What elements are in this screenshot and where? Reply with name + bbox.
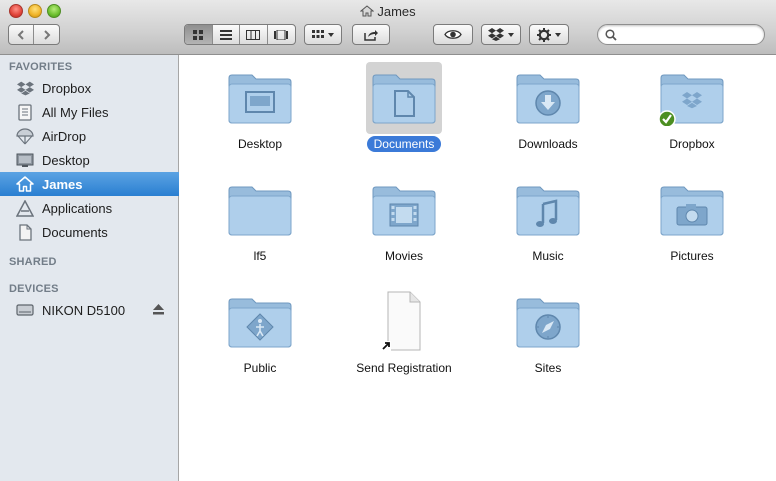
home-icon <box>15 175 35 193</box>
item-label: Sites <box>534 361 562 375</box>
sidebar-item-label: Applications <box>42 200 113 216</box>
finder-window: James FAVORITES Dropbox All My Files Air… <box>0 0 776 481</box>
sites-folder-icon <box>510 286 586 358</box>
sidebar-item-label: AirDrop <box>42 128 87 144</box>
chevron-down-icon <box>555 32 561 37</box>
sidebar-item-nikon-d5100[interactable]: NIKON D5100 <box>0 298 179 322</box>
pictures-folder-icon <box>654 174 730 246</box>
downloads-folder-icon <box>510 62 586 134</box>
sidebar-item-all-my-files[interactable]: All My Files <box>0 100 179 124</box>
sidebar-item-label: Desktop <box>42 152 90 168</box>
item-label: lf5 <box>253 249 267 263</box>
alias-file-icon <box>366 286 442 358</box>
file-grid: Desktop Documents Downloads Dropbox lf5 … <box>180 55 776 481</box>
action-menu-button[interactable] <box>529 24 569 45</box>
folder-dropbox[interactable]: Dropbox <box>620 58 764 158</box>
search-field[interactable] <box>597 24 765 45</box>
search-input[interactable] <box>620 27 758 42</box>
music-folder-icon <box>510 174 586 246</box>
sidebar-item-airdrop[interactable]: AirDrop <box>0 124 179 148</box>
folder-movies[interactable]: Movies <box>332 170 476 270</box>
airdrop-icon <box>15 127 35 145</box>
back-forward-control <box>8 24 60 45</box>
desktop-icon <box>15 151 35 169</box>
list-view-button[interactable] <box>213 25 240 44</box>
sidebar-item-dropbox[interactable]: Dropbox <box>0 76 179 100</box>
sidebar-item-label: All My Files <box>42 104 109 120</box>
folder-desktop[interactable]: Desktop <box>188 58 332 158</box>
dropbox-icon <box>488 28 504 41</box>
documents-folder-icon <box>366 62 442 134</box>
folder-sites[interactable]: Sites <box>476 282 620 382</box>
item-label: Movies <box>384 249 423 263</box>
icon-view-icon <box>193 29 204 40</box>
item-label: Documents <box>366 136 442 152</box>
sidebar-item-james[interactable]: James <box>0 172 179 196</box>
chevron-right-icon <box>43 29 50 40</box>
sidebar-item-label: NIKON D5100 <box>42 302 126 318</box>
share-button[interactable] <box>352 24 390 45</box>
column-view-button[interactable] <box>240 25 268 44</box>
sidebar-item-label: James <box>42 176 83 192</box>
folder-downloads[interactable]: Downloads <box>476 58 620 158</box>
window-title: James <box>0 4 776 19</box>
public-folder-icon <box>222 286 298 358</box>
view-mode-control <box>184 24 296 45</box>
item-label: Pictures <box>670 249 714 263</box>
item-label: Dropbox <box>669 137 715 151</box>
folder-pictures[interactable]: Pictures <box>620 170 764 270</box>
alias-arrow-icon <box>381 341 391 351</box>
toolbar: James <box>0 0 776 55</box>
sidebar-item-desktop[interactable]: Desktop <box>0 148 179 172</box>
chevron-down-icon <box>508 32 514 37</box>
drive-icon <box>15 301 35 319</box>
folder-public[interactable]: Public <box>188 282 332 382</box>
documents-icon <box>15 223 35 241</box>
folder-music[interactable]: Music <box>476 170 620 270</box>
folder-icon <box>222 174 298 246</box>
gear-icon <box>537 27 551 42</box>
favorites-heading: FAVORITES <box>9 61 73 73</box>
desktop-folder-icon <box>222 62 298 134</box>
sidebar-item-applications[interactable]: Applications <box>0 196 179 220</box>
chevron-down-icon <box>328 32 334 37</box>
search-icon <box>605 29 617 41</box>
item-label: Send Registration <box>356 361 452 375</box>
window-title-text: James <box>377 4 416 19</box>
arrange-button[interactable] <box>304 24 342 45</box>
share-icon <box>364 29 378 41</box>
file-send-registration[interactable]: Send Registration <box>332 282 476 382</box>
column-view-icon <box>246 29 261 40</box>
item-label: Public <box>243 361 277 375</box>
list-view-icon <box>219 29 232 40</box>
cover-flow-view-button[interactable] <box>268 25 295 44</box>
shared-heading: SHARED <box>9 256 57 268</box>
quick-look-button[interactable] <box>433 24 473 45</box>
cover-flow-icon <box>274 29 289 40</box>
item-label: Downloads <box>518 137 578 151</box>
movies-folder-icon <box>366 174 442 246</box>
sidebar-item-label: Documents <box>42 224 108 240</box>
devices-heading: DEVICES <box>9 283 59 295</box>
dropbox-menu-button[interactable] <box>481 24 521 45</box>
all-files-icon <box>15 103 35 121</box>
item-label: Desktop <box>237 137 283 151</box>
item-label: Music <box>532 249 564 263</box>
dropbox-folder-icon <box>654 62 730 134</box>
chevron-left-icon <box>17 29 24 40</box>
back-button[interactable] <box>9 25 35 44</box>
icon-view-button[interactable] <box>185 25 213 44</box>
eye-icon <box>444 30 462 39</box>
sidebar: FAVORITES Dropbox All My Files AirDrop D… <box>0 55 179 481</box>
sidebar-item-documents[interactable]: Documents <box>0 220 179 244</box>
folder-lf5[interactable]: lf5 <box>188 170 332 270</box>
sidebar-item-label: Dropbox <box>42 80 92 96</box>
folder-documents[interactable]: Documents <box>332 58 476 158</box>
arrange-icon <box>312 29 324 38</box>
eject-icon[interactable] <box>153 304 164 315</box>
dropbox-icon <box>15 79 35 97</box>
applications-icon <box>15 199 35 217</box>
forward-button[interactable] <box>34 25 59 44</box>
home-icon <box>360 5 375 17</box>
